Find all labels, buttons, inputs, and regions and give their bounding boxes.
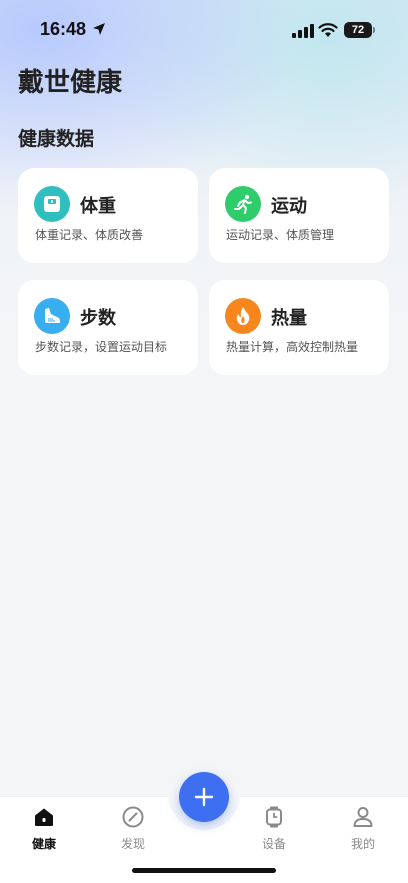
- home-icon: [35, 808, 53, 826]
- card-desc: 运动记录、体质管理: [226, 228, 335, 242]
- cellular-signal-icon: [292, 24, 314, 38]
- card-desc: 体重记录、体质改善: [35, 228, 144, 242]
- location-arrow-icon: [93, 23, 105, 35]
- card-desc: 步数记录，设置运动目标: [35, 340, 168, 354]
- tab-discover[interactable]: 发现: [103, 805, 163, 852]
- tab-mine[interactable]: 我的: [333, 805, 393, 852]
- app-title: 戴世健康: [18, 68, 123, 98]
- section-title: 健康数据: [18, 128, 95, 150]
- plus-icon: [194, 787, 214, 807]
- card-title: 热量: [271, 308, 307, 329]
- tab-health[interactable]: 健康: [14, 805, 74, 852]
- status-time: 16:48: [40, 19, 87, 39]
- card-title: 体重: [80, 196, 116, 217]
- flame-icon: [225, 298, 261, 334]
- running-icon: [225, 186, 261, 222]
- battery-icon: 72: [344, 22, 372, 38]
- tab-devices[interactable]: 设备: [244, 805, 304, 852]
- card-weight[interactable]: 体重 体重记录、体质改善: [18, 168, 198, 263]
- card-calories[interactable]: 热量 热量计算，高效控制热量: [209, 280, 389, 375]
- compass-icon: [122, 806, 144, 828]
- person-icon: [353, 807, 373, 827]
- card-desc: 热量计算，高效控制热量: [226, 340, 359, 354]
- card-exercise[interactable]: 运动 运动记录、体质管理: [209, 168, 389, 263]
- tab-label: 健康: [31, 837, 56, 851]
- card-title: 运动: [271, 196, 307, 217]
- shoe-icon: [34, 298, 70, 334]
- battery-cap: [373, 27, 375, 33]
- scale-icon: [34, 186, 70, 222]
- add-button[interactable]: [179, 772, 229, 822]
- card-title: 步数: [80, 308, 116, 329]
- tab-label: 我的: [350, 837, 375, 851]
- tab-label: 设备: [261, 837, 286, 851]
- card-steps[interactable]: 步数 步数记录，设置运动目标: [18, 280, 198, 375]
- wifi-icon: [318, 23, 338, 37]
- home-indicator: [132, 868, 276, 873]
- status-bar: 16:48 72: [0, 0, 408, 60]
- tab-label: 发现: [120, 837, 145, 851]
- watch-icon: [266, 806, 282, 828]
- battery-level: 72: [351, 24, 365, 36]
